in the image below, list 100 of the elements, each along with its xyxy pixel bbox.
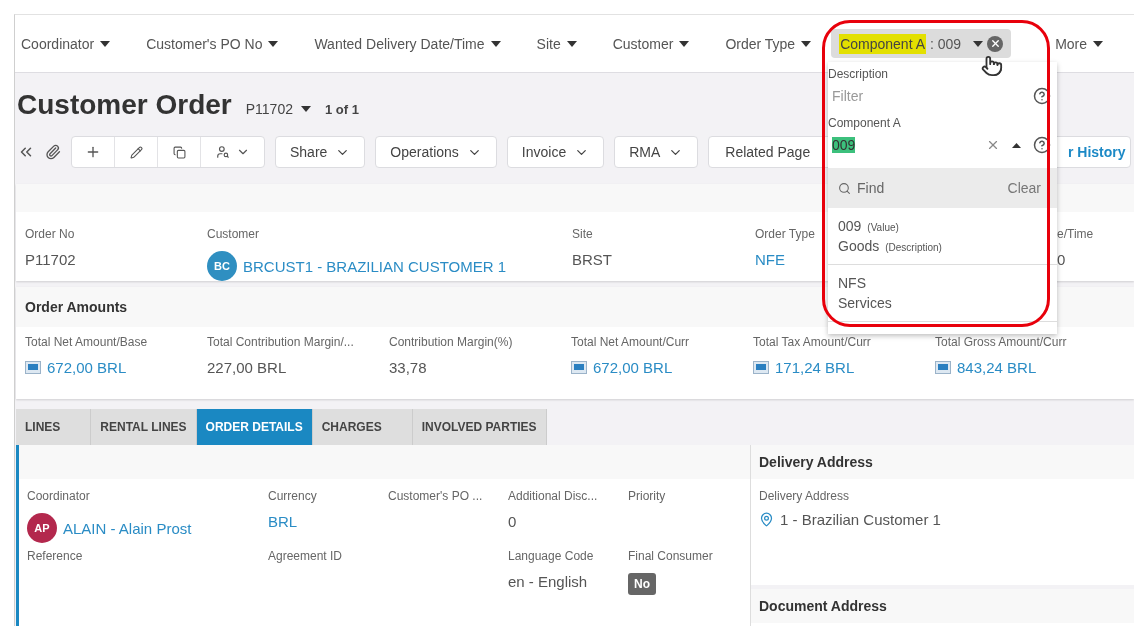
field-label: Reference xyxy=(27,549,83,563)
field-value: en - English xyxy=(508,573,588,590)
field-label: Total Gross Amount/Curr xyxy=(935,335,1067,349)
section-title: Delivery Address xyxy=(751,445,1134,479)
filter-dropdown[interactable]: Site xyxy=(536,35,577,52)
filter-label: Component A xyxy=(839,33,926,54)
field-value: P11702 xyxy=(25,251,76,268)
active-filter-chip[interactable]: Component A : 009 xyxy=(831,29,1012,58)
option-item[interactable]: NFS Services xyxy=(828,265,1057,322)
filter-dropdown[interactable]: Order Type xyxy=(725,35,812,52)
tab[interactable]: ORDER DETAILS xyxy=(196,409,313,445)
caret-icon xyxy=(490,40,501,47)
field-value: 0 xyxy=(508,513,517,530)
field-link[interactable]: 171,24 BRL xyxy=(775,359,855,376)
field-label: Coordinator xyxy=(27,489,90,503)
caret-icon xyxy=(801,40,812,47)
caret-icon xyxy=(300,106,311,112)
monitor-icon xyxy=(935,361,951,374)
address-value: 1 - Brazilian Customer 1 xyxy=(780,511,941,528)
field-label: Agreement ID xyxy=(268,549,343,563)
avatar: AP xyxy=(27,513,57,543)
field-label: Final Consumer xyxy=(628,549,713,563)
location-pin-icon xyxy=(759,512,774,527)
option-description: Services xyxy=(838,295,892,311)
tab[interactable]: LINES xyxy=(16,409,92,445)
field-value: 0 xyxy=(1057,251,1066,268)
option-tag: (Description) xyxy=(885,242,942,253)
more-dropdown[interactable]: More xyxy=(1055,35,1104,52)
monitor-icon xyxy=(753,361,769,374)
filter-dropdown[interactable]: Customer's PO No xyxy=(146,35,279,52)
menu-button[interactable]: Share xyxy=(275,136,366,168)
field-link[interactable]: NFE xyxy=(755,251,785,268)
menu-button[interactable]: RMA xyxy=(614,136,699,168)
field-link[interactable]: BRL xyxy=(268,513,298,530)
copy-icon xyxy=(172,145,186,159)
tab[interactable]: RENTAL LINES xyxy=(91,409,197,445)
field-value: 227,00 BRL xyxy=(207,359,287,376)
record-selector[interactable]: P11702 xyxy=(245,101,311,117)
field-link[interactable]: 843,24 BRL xyxy=(957,359,1037,376)
field-label: Site xyxy=(572,227,593,241)
avatar: BC xyxy=(207,251,237,281)
filter-dropdown[interactable]: Coordinator xyxy=(21,35,111,52)
caret-icon xyxy=(973,40,984,47)
field-label: Total Tax Amount/Curr xyxy=(753,335,871,349)
option-description: Goods xyxy=(838,238,880,254)
caret-icon xyxy=(679,40,690,47)
tab[interactable]: CHARGES xyxy=(312,409,413,445)
plus-icon xyxy=(85,144,101,160)
person-search-icon xyxy=(215,145,230,159)
field-link[interactable]: BRCUST1 - BRAZILIAN CUSTOMER 1 xyxy=(243,257,507,275)
field-label: Total Net Amount/Base xyxy=(25,335,148,349)
field-label: Currency xyxy=(268,489,317,503)
record-count: 1 of 1 xyxy=(324,102,359,117)
caret-icon xyxy=(1093,40,1104,47)
field-label: Priority xyxy=(628,489,666,503)
field-label: Order Type xyxy=(755,227,815,241)
clear-icon[interactable] xyxy=(987,35,1004,52)
monitor-icon xyxy=(25,361,41,374)
field-label: Total Contribution Margin/... xyxy=(207,335,354,349)
field-label: e/Time xyxy=(1057,227,1094,241)
field-link[interactable]: 672,00 BRL xyxy=(47,359,127,376)
field-link[interactable]: 672,00 BRL xyxy=(593,359,673,376)
field-label: Total Net Amount/Curr xyxy=(571,335,690,349)
clear-button[interactable]: Clear xyxy=(1007,180,1041,196)
field-value: BRST xyxy=(572,251,612,268)
field-label: Delivery Address xyxy=(759,489,851,503)
search-icon xyxy=(838,181,851,195)
field-label: Customer's PO ... xyxy=(388,489,483,503)
field-link[interactable]: ALAIN - Alain Prost xyxy=(63,519,192,537)
caret-icon xyxy=(100,40,111,47)
find-field[interactable]: Find Clear xyxy=(828,168,1057,208)
menu-button[interactable]: Invoice xyxy=(506,136,605,168)
filter-value: : 009 xyxy=(930,35,962,52)
field-label: Customer xyxy=(207,227,259,241)
status-badge: No xyxy=(628,573,656,595)
field-value: 33,78 xyxy=(389,359,427,376)
filter-dropdown[interactable]: Wanted Delivery Date/Time xyxy=(314,35,501,52)
tab[interactable]: INVOLVED PARTIES xyxy=(412,409,547,445)
option-item[interactable]: 009 (Value) Goods (Description) xyxy=(828,208,1057,265)
field-label: Component A xyxy=(828,116,901,130)
filter-input[interactable]: Filter xyxy=(832,88,1025,104)
menu-button[interactable]: Operations xyxy=(375,136,497,168)
field-label: Description xyxy=(828,67,889,81)
field-label: Additional Disc... xyxy=(508,489,598,503)
page-title: Customer Order xyxy=(17,89,232,121)
monitor-icon xyxy=(571,361,587,374)
pencil-icon xyxy=(129,145,143,159)
section-title: Document Address xyxy=(751,589,1134,623)
caret-icon xyxy=(566,40,577,47)
caret-icon xyxy=(268,40,279,47)
clear-icon[interactable] xyxy=(986,138,1000,152)
collapse-caret-icon[interactable] xyxy=(1012,142,1021,148)
option-value: 009 xyxy=(838,218,862,234)
option-tag: (Value) xyxy=(867,222,899,233)
filter-dropdown[interactable]: Customer xyxy=(612,35,690,52)
field-label: Contribution Margin(%) xyxy=(389,335,513,349)
field-label: Order No xyxy=(25,227,75,241)
field-label: Language Code xyxy=(508,549,594,563)
component-input[interactable]: 009 xyxy=(832,137,856,153)
attachment-icon[interactable] xyxy=(45,144,61,160)
